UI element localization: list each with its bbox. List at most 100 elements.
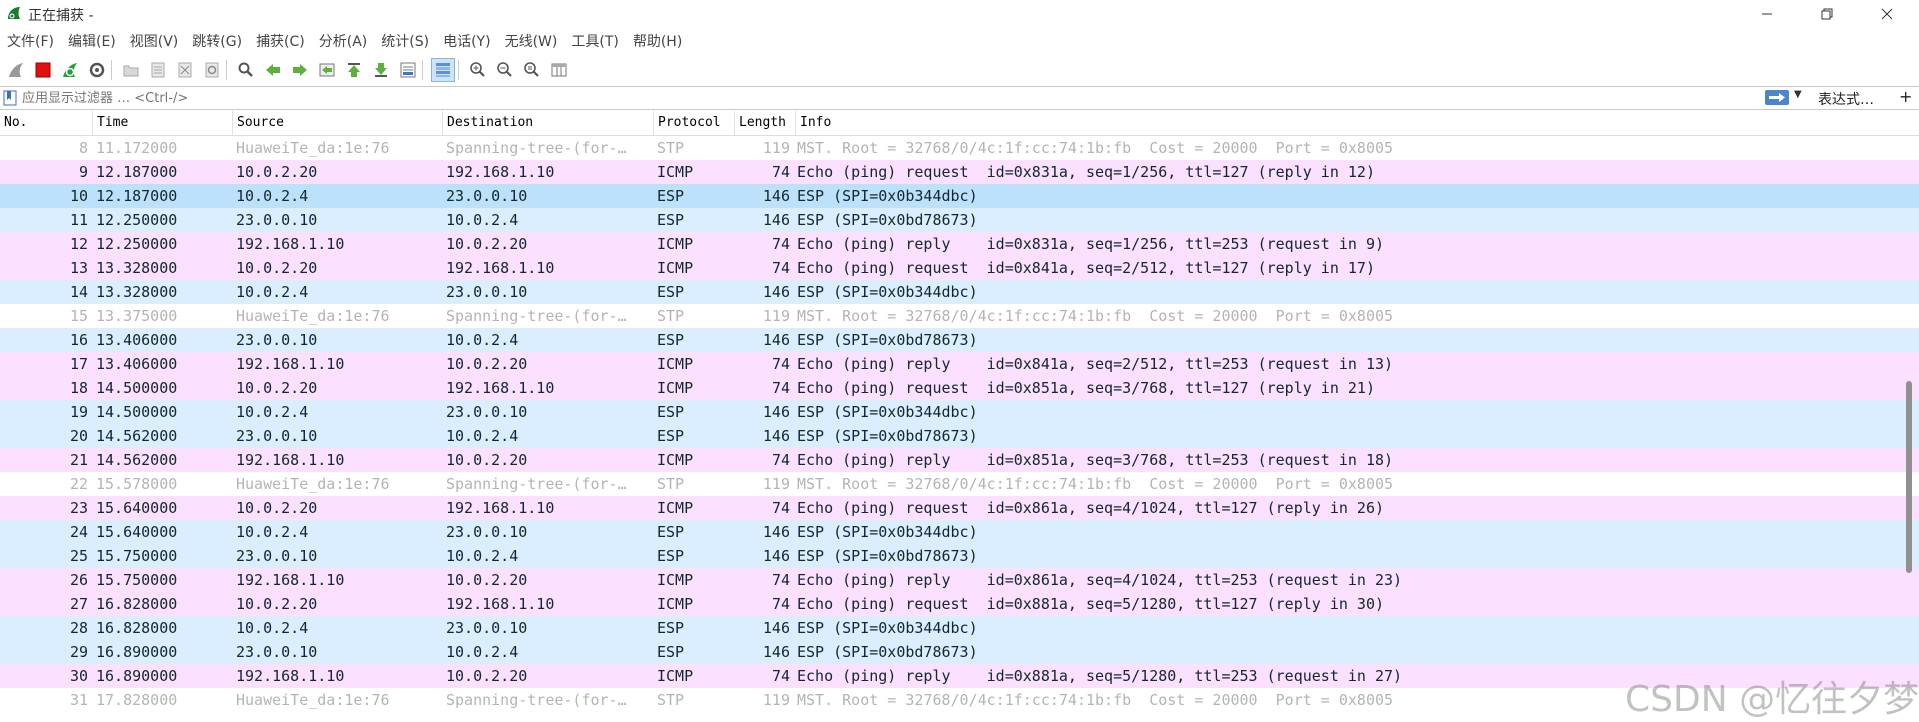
table-row[interactable]: 10 12.187000 10.0.2.4 23.0.0.10 ESP 146 ESP (S… bbox=[0, 184, 1919, 208]
cell-time: 14.500000 bbox=[96, 379, 178, 397]
table-row[interactable]: 18 14.500000 10.0.2.20 192.168.1.10 ICMP 74 Ec… bbox=[0, 376, 1919, 400]
display-filter-input[interactable] bbox=[22, 88, 1752, 108]
table-row[interactable]: 14 13.328000 10.0.2.4 23.0.0.10 ESP 146 ESP (S… bbox=[0, 280, 1919, 304]
cell-source: 23.0.0.10 bbox=[236, 331, 318, 349]
table-row[interactable]: 17 13.406000 192.168.1.10 10.0.2.20 ICMP 74 Ec… bbox=[0, 352, 1919, 376]
table-row[interactable]: 25 15.750000 23.0.0.10 10.0.2.4 ESP 146 ESP (S… bbox=[0, 544, 1919, 568]
cell-info: ESP (SPI=0x0bd78673) bbox=[797, 211, 978, 229]
last-packet-button[interactable] bbox=[370, 59, 392, 81]
cell-source: 192.168.1.10 bbox=[236, 355, 345, 373]
start-capture-button[interactable] bbox=[5, 59, 27, 81]
cell-destination: 23.0.0.10 bbox=[446, 523, 528, 541]
menu-wireless[interactable]: 无线(W) bbox=[498, 30, 565, 54]
table-row[interactable]: 15 13.375000 HuaweiTe_da:1e:76 Spanning-tre… bbox=[0, 304, 1919, 328]
restore-button[interactable] bbox=[1804, 0, 1850, 28]
column-header-info[interactable]: Info bbox=[795, 111, 1906, 135]
cell-destination: Spanning-tree-(for-… bbox=[446, 475, 627, 493]
cell-info: ESP (SPI=0x0b344dbc) bbox=[797, 403, 978, 421]
column-header-protocol[interactable]: Protocol bbox=[653, 111, 734, 135]
cell-destination: 10.0.2.4 bbox=[446, 427, 519, 445]
table-row[interactable]: 9 12.187000 10.0.2.20 192.168.1.10 ICMP 74 Ech… bbox=[0, 160, 1919, 184]
table-row[interactable]: 29 16.890000 23.0.0.10 10.0.2.4 ESP 146 ESP (S… bbox=[0, 640, 1919, 664]
table-row[interactable]: 22 15.578000 HuaweiTe_da:1e:76 Spanning-tre… bbox=[0, 472, 1919, 496]
go-back-button[interactable] bbox=[262, 59, 284, 81]
cell-info: MST. Root = 32768/0/4c:1f:cc:74:1b:fb Co… bbox=[797, 307, 1394, 325]
minimize-button[interactable] bbox=[1744, 0, 1790, 28]
menu-capture[interactable]: 捕获(C) bbox=[249, 30, 312, 54]
zoom-out-button[interactable] bbox=[494, 59, 516, 81]
cell-info: ESP (SPI=0x0bd78673) bbox=[797, 331, 978, 349]
expression-button[interactable]: 表达式… bbox=[1818, 89, 1874, 109]
go-to-packet-button[interactable] bbox=[316, 59, 338, 81]
column-header-time[interactable]: Time bbox=[92, 111, 232, 135]
menu-statistics[interactable]: 统计(S) bbox=[374, 30, 436, 54]
cell-time: 13.406000 bbox=[96, 355, 178, 373]
table-row[interactable]: 26 15.750000 192.168.1.10 10.0.2.20 ICMP 74 Ec… bbox=[0, 568, 1919, 592]
zoom-normal-button[interactable] bbox=[521, 59, 543, 81]
table-row[interactable]: 27 16.828000 10.0.2.20 192.168.1.10 ICMP 74 Ec… bbox=[0, 592, 1919, 616]
save-file-button[interactable] bbox=[147, 59, 169, 81]
menu-file[interactable]: 文件(F) bbox=[0, 30, 61, 54]
cell-length: 74 bbox=[771, 667, 790, 685]
reload-file-button[interactable] bbox=[201, 59, 223, 81]
save-file-icon bbox=[151, 62, 165, 78]
stop-capture-button[interactable] bbox=[32, 59, 54, 81]
cell-source: HuaweiTe_da:1e:76 bbox=[236, 691, 390, 709]
zoom-in-button[interactable] bbox=[467, 59, 489, 81]
cell-protocol: STP bbox=[657, 307, 685, 325]
cell-no: 20 bbox=[69, 427, 88, 445]
cell-info: MST. Root = 32768/0/4c:1f:cc:74:1b:fb Co… bbox=[797, 139, 1394, 157]
cell-destination: Spanning-tree-(for-… bbox=[446, 139, 627, 157]
menu-go[interactable]: 跳转(G) bbox=[185, 30, 249, 54]
cell-protocol: ICMP bbox=[657, 667, 694, 685]
table-row[interactable]: 11 12.250000 23.0.0.10 10.0.2.4 ESP 146 ESP (S… bbox=[0, 208, 1919, 232]
cell-protocol: ICMP bbox=[657, 499, 694, 517]
cell-length: 146 bbox=[762, 427, 790, 445]
chevron-down-icon[interactable]: ▼ bbox=[1794, 89, 1802, 100]
table-row[interactable]: 13 13.328000 10.0.2.20 192.168.1.10 ICMP 74 Ec… bbox=[0, 256, 1919, 280]
apply-filter-button[interactable] bbox=[1765, 90, 1789, 105]
table-row[interactable]: 12 12.250000 192.168.1.10 10.0.2.20 ICMP 74 Ec… bbox=[0, 232, 1919, 256]
table-row[interactable]: 21 14.562000 192.168.1.10 10.0.2.20 ICMP 74 Ec… bbox=[0, 448, 1919, 472]
menu-help[interactable]: 帮助(H) bbox=[626, 30, 689, 54]
add-filter-button[interactable]: + bbox=[1899, 87, 1912, 106]
bookmark-icon[interactable] bbox=[3, 90, 17, 106]
find-packet-button[interactable] bbox=[235, 59, 257, 81]
column-header-source[interactable]: Source bbox=[232, 111, 442, 135]
autoscroll-button[interactable] bbox=[397, 59, 419, 81]
table-row[interactable]: 20 14.562000 23.0.0.10 10.0.2.4 ESP 146 ESP (S… bbox=[0, 424, 1919, 448]
table-row[interactable]: 16 13.406000 23.0.0.10 10.0.2.4 ESP 146 ESP (S… bbox=[0, 328, 1919, 352]
open-file-button[interactable] bbox=[120, 59, 142, 81]
cell-length: 74 bbox=[771, 259, 790, 277]
go-forward-button[interactable] bbox=[289, 59, 311, 81]
close-file-button[interactable] bbox=[174, 59, 196, 81]
table-row[interactable]: 23 15.640000 10.0.2.20 192.168.1.10 ICMP 74 Ec… bbox=[0, 496, 1919, 520]
table-row[interactable]: 24 15.640000 10.0.2.4 23.0.0.10 ESP 146 ESP (S… bbox=[0, 520, 1919, 544]
resize-columns-button[interactable] bbox=[548, 59, 570, 81]
menu-view[interactable]: 视图(V) bbox=[123, 30, 186, 54]
menu-analyze[interactable]: 分析(A) bbox=[312, 30, 375, 54]
menu-edit[interactable]: 编辑(E) bbox=[61, 30, 123, 54]
capture-options-button[interactable] bbox=[86, 59, 108, 81]
cell-info: ESP (SPI=0x0b344dbc) bbox=[797, 523, 978, 541]
cell-protocol: ICMP bbox=[657, 451, 694, 469]
menu-telephony[interactable]: 电话(Y) bbox=[436, 30, 497, 54]
column-header-no[interactable]: No. bbox=[0, 111, 92, 135]
first-packet-button[interactable] bbox=[343, 59, 365, 81]
cell-no: 8 bbox=[78, 139, 88, 157]
cell-source: 192.168.1.10 bbox=[236, 571, 345, 589]
cell-protocol: ESP bbox=[657, 523, 685, 541]
vertical-scrollbar[interactable] bbox=[1906, 381, 1912, 573]
restart-capture-button[interactable] bbox=[59, 59, 81, 81]
colorize-icon bbox=[436, 63, 450, 77]
column-header-destination[interactable]: Destination bbox=[442, 111, 653, 135]
cell-destination: 10.0.2.4 bbox=[446, 331, 519, 349]
column-header-length[interactable]: Length bbox=[734, 111, 795, 135]
cell-length: 146 bbox=[762, 211, 790, 229]
colorize-button[interactable] bbox=[431, 58, 455, 82]
table-row[interactable]: 19 14.500000 10.0.2.4 23.0.0.10 ESP 146 ESP (S… bbox=[0, 400, 1919, 424]
menu-tools[interactable]: 工具(T) bbox=[564, 30, 625, 54]
close-window-button[interactable] bbox=[1864, 0, 1910, 28]
table-row[interactable]: 28 16.828000 10.0.2.4 23.0.0.10 ESP 146 ESP (S… bbox=[0, 616, 1919, 640]
table-row[interactable]: 8 11.172000 HuaweiTe_da:1e:76 Spanning-tree… bbox=[0, 136, 1919, 160]
